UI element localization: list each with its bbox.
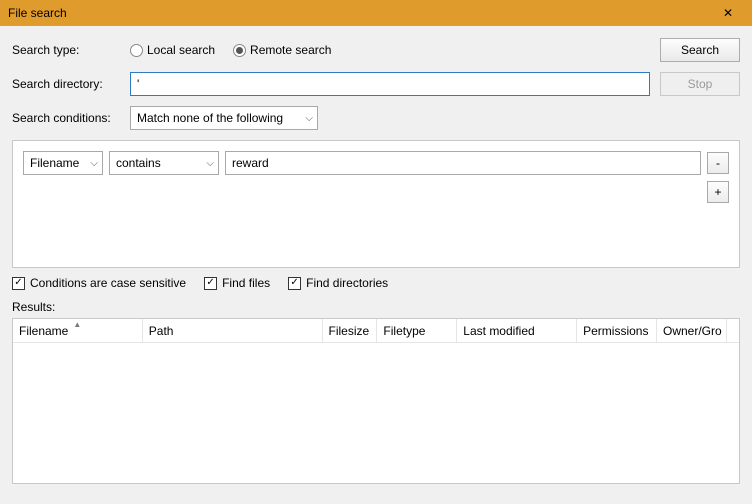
label-search-type: Search type:: [12, 43, 130, 57]
close-button[interactable]: ✕: [708, 2, 748, 24]
checkbox-icon: ✓: [204, 277, 217, 290]
checkbox-find-directories[interactable]: ✓ Find directories: [288, 276, 388, 290]
checkbox-find-files-label: Find files: [222, 276, 270, 290]
condition-mode-value: Match none of the following: [137, 111, 283, 125]
column-header-last-modified[interactable]: Last modified: [457, 319, 577, 343]
window-title: File search: [8, 6, 708, 20]
checkbox-row: ✓ Conditions are case sensitive ✓ Find f…: [12, 276, 740, 290]
row-search-type: Search type: Local search Remote search …: [12, 38, 740, 62]
column-header-filetype[interactable]: Filetype: [377, 319, 457, 343]
radio-icon: [130, 44, 143, 57]
results-body[interactable]: [13, 343, 739, 483]
chevron-down-icon: ⌵: [305, 113, 313, 124]
condition-mode-select[interactable]: Match none of the following ⌵: [130, 106, 318, 130]
checkbox-icon: ✓: [288, 277, 301, 290]
condition-value-input[interactable]: [225, 151, 701, 175]
row-search-directory: Search directory: Stop: [12, 72, 740, 96]
content-area: Search type: Local search Remote search …: [0, 26, 752, 492]
column-header-permissions[interactable]: Permissions: [577, 319, 657, 343]
stop-button[interactable]: Stop: [660, 72, 740, 96]
radio-remote-label: Remote search: [250, 43, 331, 57]
label-results: Results:: [12, 300, 740, 314]
column-header-owner-group[interactable]: Owner/Gro: [657, 319, 727, 343]
results-panel: ▲ Filename Path Filesize Filetype Last m…: [12, 318, 740, 484]
results-header: ▲ Filename Path Filesize Filetype Last m…: [13, 319, 739, 343]
label-search-conditions: Search conditions:: [12, 111, 130, 125]
condition-field-value: Filename: [30, 156, 79, 170]
remove-condition-button[interactable]: -: [707, 152, 729, 174]
checkbox-case-sensitive-label: Conditions are case sensitive: [30, 276, 186, 290]
column-header-filesize[interactable]: Filesize: [323, 319, 378, 343]
conditions-panel: Filename ⌵ contains ⌵ - +: [12, 140, 740, 268]
column-header-filename[interactable]: ▲ Filename: [13, 319, 143, 343]
checkbox-find-files[interactable]: ✓ Find files: [204, 276, 270, 290]
add-condition-button[interactable]: +: [707, 181, 729, 203]
row-search-conditions: Search conditions: Match none of the fol…: [12, 106, 740, 130]
checkbox-find-directories-label: Find directories: [306, 276, 388, 290]
search-button[interactable]: Search: [660, 38, 740, 62]
sort-ascending-icon: ▲: [73, 320, 81, 329]
radio-local-search[interactable]: Local search: [130, 43, 215, 57]
condition-field-select[interactable]: Filename ⌵: [23, 151, 103, 175]
search-directory-input[interactable]: [130, 72, 650, 96]
radio-icon: [233, 44, 246, 57]
column-header-spacer: [727, 319, 739, 343]
radio-remote-search[interactable]: Remote search: [233, 43, 331, 57]
search-type-radio-group: Local search Remote search: [130, 43, 650, 57]
condition-operator-value: contains: [116, 156, 161, 170]
checkbox-icon: ✓: [12, 277, 25, 290]
close-icon: ✕: [723, 6, 733, 20]
condition-operator-select[interactable]: contains ⌵: [109, 151, 219, 175]
radio-local-label: Local search: [147, 43, 215, 57]
checkbox-case-sensitive[interactable]: ✓ Conditions are case sensitive: [12, 276, 186, 290]
condition-row: Filename ⌵ contains ⌵ -: [23, 151, 729, 175]
label-search-directory: Search directory:: [12, 77, 130, 91]
radio-selected-dot: [236, 47, 243, 54]
chevron-down-icon: ⌵: [206, 158, 214, 169]
column-header-path[interactable]: Path: [143, 319, 323, 343]
title-bar: File search ✕: [0, 0, 752, 26]
chevron-down-icon: ⌵: [90, 158, 98, 169]
